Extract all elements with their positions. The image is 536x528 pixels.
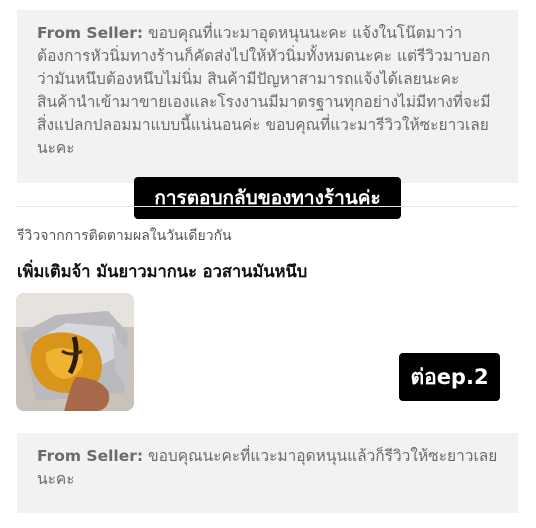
followup-review-subtitle: รีวิวจากการติดตามผลในวันเดียวกัน <box>17 228 232 244</box>
seller-reply-text: ขอบคุณที่แวะมาอุดหนุนนะคะ แจ้งในโน๊ตมาว่… <box>37 24 491 157</box>
seller-reply-box: From Seller: ขอบคุณที่แวะมาอุดหนุนนะคะ แ… <box>17 10 518 183</box>
seller-reply-box: From Seller: ขอบคุณนะคะที่แวะมาอุดหนุนแล… <box>17 433 518 513</box>
seller-label: From Seller: <box>37 24 144 42</box>
followup-review-text: เพิ่มเติมจ้า มันยาวมากนะ อวสานมันหนึบ <box>17 262 308 281</box>
divider <box>17 206 518 207</box>
review-photo-thumbnail[interactable] <box>16 293 134 411</box>
seller-label: From Seller: <box>37 447 144 465</box>
episode-caption-tag: ต่อep.2 <box>399 353 500 401</box>
reply-caption-tag: การตอบกลับของทางร้านค่ะ <box>134 177 401 219</box>
